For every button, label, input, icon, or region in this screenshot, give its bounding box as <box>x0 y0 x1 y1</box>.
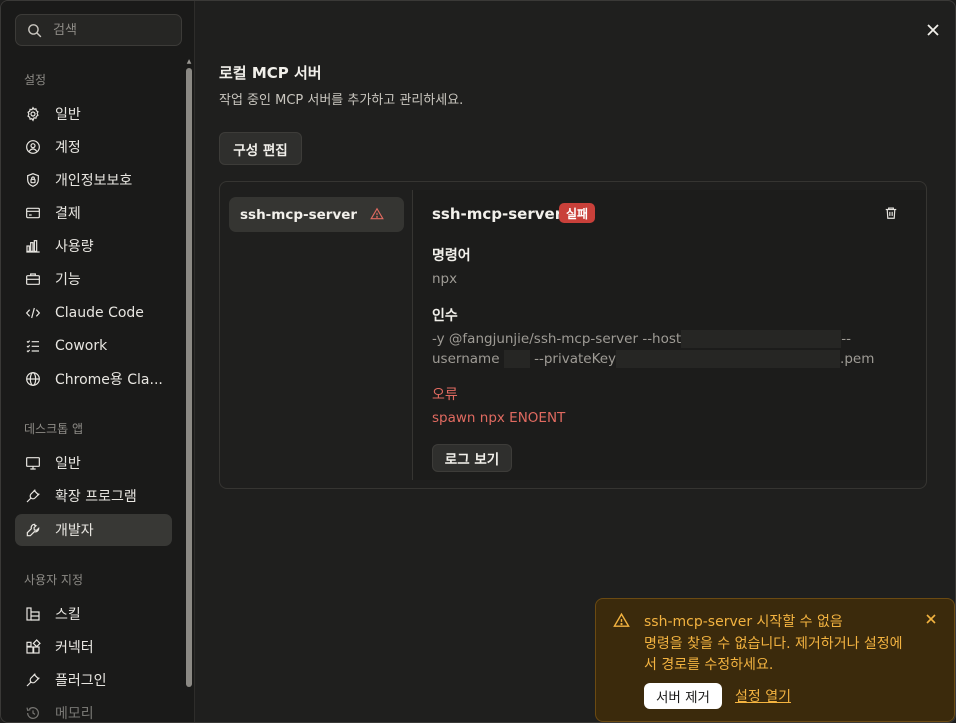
view-logs-button[interactable]: 로그 보기 <box>432 444 512 472</box>
args-line-1: -y @fangjunjie/ssh-mcp-server --host -- <box>432 330 851 348</box>
toast-title: ssh-mcp-server 시작할 수 없음 <box>644 614 843 630</box>
sidebar-item-label: 일반 <box>55 456 81 472</box>
warning-icon <box>613 612 630 627</box>
sidebar-item-label: 확장 프로그램 <box>55 489 137 505</box>
sidebar-item-developer[interactable]: 개발자 <box>15 514 172 546</box>
connector-icon <box>26 639 41 654</box>
sidebar-item-label: 사용량 <box>55 239 94 255</box>
toast-message: 명령을 찾을 수 없습니다. 제거하거나 설정에서 경로를 수정하세요. <box>644 636 903 673</box>
sidebar-item-label: 계정 <box>55 140 81 156</box>
sidebar-item-label: 개발자 <box>55 523 94 539</box>
redacted-block <box>616 350 841 368</box>
skill-icon <box>26 607 40 621</box>
close-icon[interactable] <box>925 613 937 625</box>
sidebar-scrollbar[interactable]: ▲ <box>186 59 192 687</box>
edit-config-button[interactable]: 구성 편집 <box>219 132 302 165</box>
sidebar-item-label: 스킬 <box>55 607 81 623</box>
sidebar-item-label: 메모리 <box>55 706 94 722</box>
sidebar-item-usage[interactable]: 사용량 <box>15 230 172 262</box>
server-list-item[interactable]: ssh-mcp-server <box>229 197 404 232</box>
scrollbar-thumb[interactable] <box>186 68 192 687</box>
code-icon <box>25 307 41 319</box>
page-subtitle: 작업 중인 MCP 서버를 추가하고 관리하세요. <box>219 93 464 108</box>
redacted-block <box>681 330 842 348</box>
gear-icon <box>27 106 39 122</box>
shield-lock-icon <box>27 173 39 187</box>
sidebar-item-features[interactable]: 기능 <box>15 263 172 295</box>
sidebar-item-memory[interactable]: 메모리 <box>15 697 172 722</box>
section-label-settings: 설정 <box>24 73 47 87</box>
sidebar-item-label: 개인정보보호 <box>55 173 133 189</box>
plug-icon <box>26 489 40 503</box>
sidebar-item-label: Cowork <box>55 338 108 354</box>
monitor-icon <box>26 457 40 470</box>
status-badge: 실패 <box>559 203 596 223</box>
sidebar-item-plugins[interactable]: 플러그인 <box>15 664 172 696</box>
globe-icon <box>26 372 40 386</box>
sidebar-item-label: 일반 <box>55 107 81 123</box>
args-text: -y @fangjunjie/ssh-mcp-server --host <box>432 331 682 347</box>
error-label: 오류 <box>432 387 458 403</box>
panel-divider <box>412 190 413 480</box>
search-icon <box>28 23 42 37</box>
error-toast: ssh-mcp-server 시작할 수 없음 명령을 찾을 수 없습니다. 제… <box>595 598 955 722</box>
sidebar-item-skills[interactable]: 스킬 <box>15 598 172 630</box>
remove-server-button[interactable]: 서버 제거 <box>644 683 722 709</box>
sidebar-item-desktop-general[interactable]: 일반 <box>15 447 172 479</box>
user-circle-icon <box>26 140 40 154</box>
section-label-custom: 사용자 지정 <box>24 573 84 587</box>
sidebar-item-billing[interactable]: 결제 <box>15 197 172 229</box>
command-label: 명령어 <box>432 248 471 264</box>
bar-chart-icon <box>26 240 40 253</box>
briefcase-icon <box>26 273 40 285</box>
card-icon <box>26 207 40 219</box>
sidebar-item-connectors[interactable]: 커넥터 <box>15 631 172 663</box>
sidebar-item-label: 기능 <box>55 272 81 288</box>
command-value: npx <box>432 271 458 287</box>
checklist-icon <box>26 340 39 353</box>
sidebar-item-label: 플러그인 <box>55 673 107 689</box>
wrench-icon <box>26 523 40 537</box>
sidebar-item-chrome[interactable]: Chrome용 Cla... <box>15 363 172 395</box>
close-icon[interactable] <box>923 20 943 40</box>
sidebar-item-extensions[interactable]: 확장 프로그램 <box>15 480 172 512</box>
history-icon <box>26 707 39 719</box>
sidebar-item-privacy[interactable]: 개인정보보호 <box>15 164 172 196</box>
warning-icon <box>370 207 384 220</box>
mcp-server-panel: ssh-mcp-server ssh-mcp-server 실패 명령어 npx… <box>219 181 927 489</box>
open-settings-link[interactable]: 설정 열기 <box>735 686 791 706</box>
redacted-block <box>503 350 530 368</box>
scroll-up-icon[interactable]: ▲ <box>186 59 192 65</box>
search-input[interactable] <box>53 22 173 38</box>
args-text: --privateKey <box>534 351 617 367</box>
error-value: spawn npx ENOENT <box>432 410 566 426</box>
sidebar-item-label: 커넥터 <box>55 640 94 656</box>
plug-icon <box>26 673 40 687</box>
args-text: .pem <box>840 351 875 367</box>
settings-window: 설정 일반 계정 개인정보보호 결제 사용량 기능 Claude Code <box>0 0 956 723</box>
search-box[interactable] <box>15 14 182 46</box>
server-name-heading: ssh-mcp-server <box>432 205 563 223</box>
page-title: 로컬 MCP 서버 <box>219 64 322 82</box>
trash-icon[interactable] <box>884 206 898 220</box>
sidebar-item-cowork[interactable]: Cowork <box>15 330 172 362</box>
sidebar-item-account[interactable]: 계정 <box>15 131 172 163</box>
sidebar: 설정 일반 계정 개인정보보호 결제 사용량 기능 Claude Code <box>1 1 195 722</box>
sidebar-item-label: 결제 <box>55 206 81 222</box>
args-line-2: username --privateKey .pem <box>432 350 874 368</box>
args-text: -- <box>841 331 851 347</box>
sidebar-item-claude-code[interactable]: Claude Code <box>15 297 172 329</box>
server-list-item-name: ssh-mcp-server <box>240 206 358 223</box>
args-text: username <box>432 351 500 367</box>
sidebar-item-label: Chrome용 Cla... <box>55 372 163 388</box>
sidebar-item-general[interactable]: 일반 <box>15 98 172 130</box>
args-label: 인수 <box>432 308 458 324</box>
section-label-desktop: 데스크톱 앱 <box>24 422 84 436</box>
sidebar-item-label: Claude Code <box>55 305 144 321</box>
